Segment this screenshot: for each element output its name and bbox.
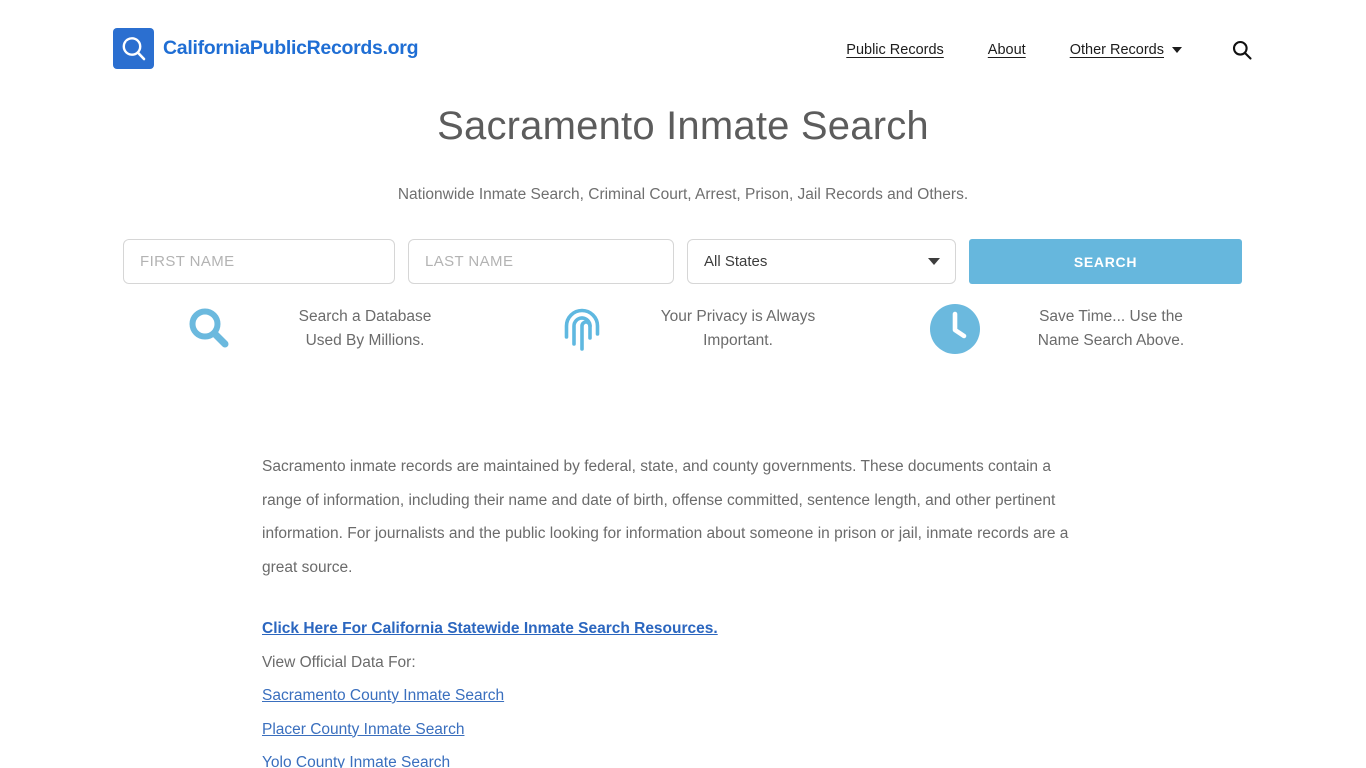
article-content: Sacramento inmate records are maintained…	[262, 450, 1092, 768]
nav-item-about[interactable]: About	[966, 42, 1048, 58]
official-data-label-row: View Official Data For:	[262, 646, 1092, 680]
page-subtitle: Nationwide Inmate Search, Criminal Court…	[397, 186, 969, 203]
inmate-search-form: All States SEARCH	[123, 239, 1243, 284]
nav-item-public-records[interactable]: Public Records	[824, 42, 966, 58]
clock-icon	[924, 300, 986, 358]
feature-text-save-time: Save Time... Use the Name Search Above.	[986, 305, 1242, 353]
statewide-link-row: Click Here For California Statewide Inma…	[262, 612, 1092, 646]
page-title: Sacramento Inmate Search	[437, 104, 929, 148]
magnifier-icon	[178, 300, 240, 358]
nav-label-other-records: Other Records	[1069, 42, 1164, 58]
county-link-row: Sacramento County Inmate Search	[262, 679, 1092, 713]
intro-paragraph: Sacramento inmate records are maintained…	[262, 458, 1069, 576]
chevron-down-icon	[1172, 47, 1182, 53]
official-data-label: View Official Data For:	[262, 653, 416, 671]
last-name-input[interactable]	[408, 239, 674, 284]
feature-item-search-database: Search a Database Used By Millions.	[123, 300, 496, 358]
main-navigation: Public Records About Other Records	[824, 38, 1254, 62]
first-name-input[interactable]	[123, 239, 395, 284]
feature-line-2: Important.	[703, 332, 773, 349]
feature-line-1: Your Privacy is Always	[660, 308, 816, 325]
feature-list: Search a Database Used By Millions. Your…	[123, 300, 1243, 358]
county-link-sacramento[interactable]: Sacramento County Inmate Search	[262, 687, 504, 704]
logo-text: CaliforniaPublicRecords.org	[163, 37, 419, 59]
nav-label-public-records: Public Records	[846, 42, 944, 58]
nav-item-other-records[interactable]: Other Records	[1048, 42, 1204, 58]
site-header: CaliforniaPublicRecords.org Public Recor…	[0, 0, 1366, 97]
search-icon	[1232, 40, 1252, 60]
site-logo[interactable]: CaliforniaPublicRecords.org	[113, 28, 419, 69]
statewide-resources-link[interactable]: Click Here For California Statewide Inma…	[262, 620, 718, 637]
state-select-value: All States	[687, 239, 956, 284]
county-link-row: Yolo County Inmate Search	[262, 746, 1092, 768]
resource-links: Click Here For California Statewide Inma…	[262, 612, 1092, 768]
search-button[interactable]: SEARCH	[969, 239, 1242, 284]
feature-text-privacy: Your Privacy is Always Important.	[613, 305, 869, 353]
fingerprint-icon	[551, 300, 613, 358]
page-root: CaliforniaPublicRecords.org Public Recor…	[0, 0, 1366, 768]
county-link-placer[interactable]: Placer County Inmate Search	[262, 721, 464, 738]
feature-item-privacy: Your Privacy is Always Important.	[496, 300, 869, 358]
nav-label-about: About	[987, 42, 1026, 58]
county-link-yolo[interactable]: Yolo County Inmate Search	[262, 754, 450, 768]
state-select[interactable]: All States	[687, 239, 956, 284]
feature-line-1: Search a Database	[298, 308, 432, 325]
feature-line-1: Save Time... Use the	[1039, 308, 1183, 325]
feature-line-2: Used By Millions.	[305, 332, 425, 349]
header-search-button[interactable]	[1230, 38, 1254, 62]
feature-item-save-time: Save Time... Use the Name Search Above.	[869, 300, 1242, 358]
feature-line-2: Name Search Above.	[1037, 332, 1185, 349]
feature-text-search-database: Search a Database Used By Millions.	[240, 305, 496, 353]
logo-magnifier-icon	[113, 28, 154, 69]
county-link-row: Placer County Inmate Search	[262, 713, 1092, 747]
